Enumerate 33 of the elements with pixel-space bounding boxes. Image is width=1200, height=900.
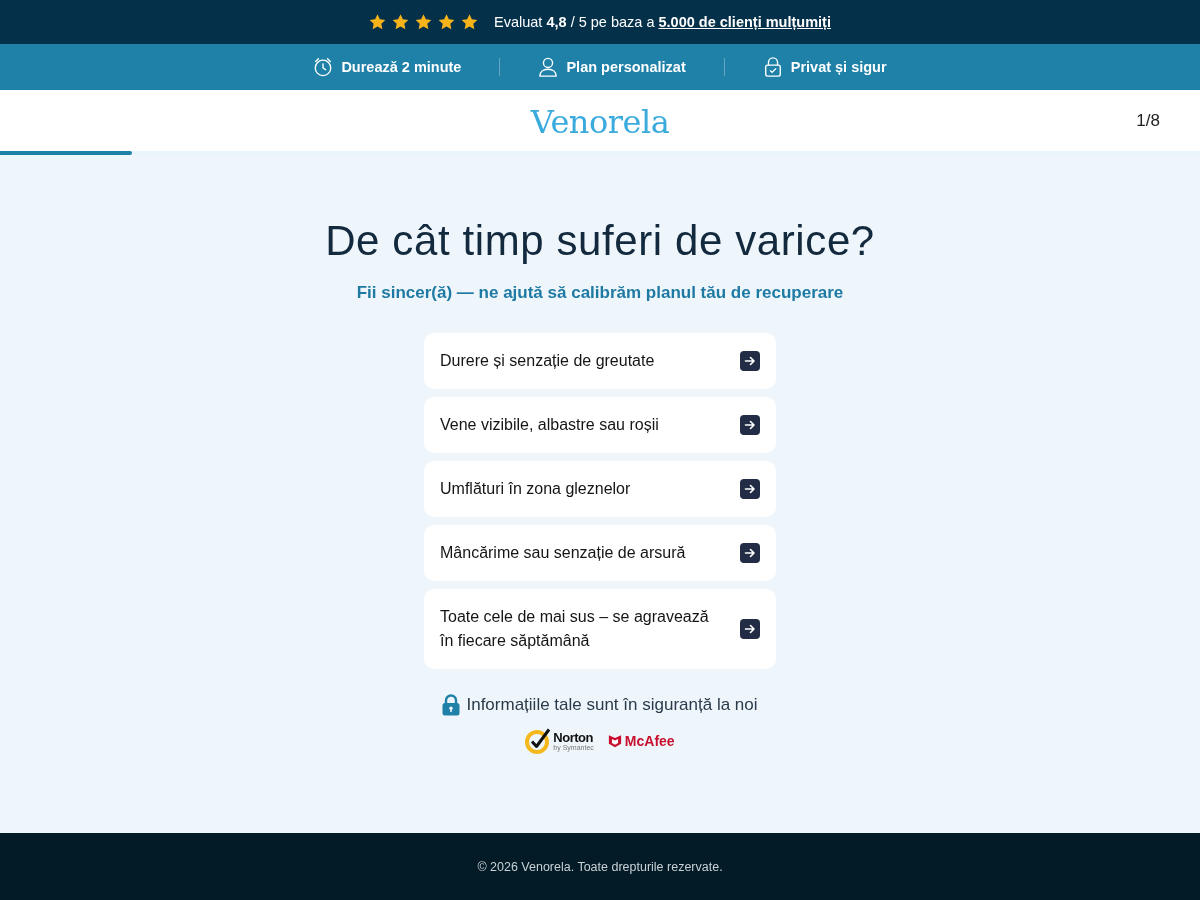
padlock-check-icon	[762, 57, 783, 77]
step-counter: 1/8	[1136, 110, 1160, 131]
option-button[interactable]: Vene vizibile, albastre sau roșii	[424, 397, 776, 453]
security-note: Informațiile tale sunt în siguranță la noi	[466, 695, 758, 715]
option-button[interactable]: Toate cele de mai sus – se agravează în fiecare săptămână	[424, 589, 776, 669]
star-icon	[415, 14, 433, 30]
padlock-icon	[442, 694, 461, 716]
feature-label: Plan personalizat	[566, 59, 686, 75]
person-icon	[538, 57, 559, 77]
arrow-right-icon	[740, 415, 760, 435]
copyright-text: © 2026 Venorela. Toate drepturile rezervate.	[477, 859, 723, 874]
star-icon	[392, 14, 410, 30]
shield-icon	[607, 734, 622, 748]
question-title: De cât timp suferi de varice?	[325, 217, 875, 265]
stopwatch-icon	[313, 57, 334, 77]
arrow-right-icon	[740, 543, 760, 563]
feature-label: Privat și sigur	[790, 59, 887, 75]
reviews-link[interactable]: 5.000 de clienți mulțumiți	[658, 14, 831, 30]
option-button[interactable]: Mâncărime sau senzație de arsură	[424, 525, 776, 581]
question-subtitle: Fii sincer(ă) — ne ajută să calibrăm planul tău de recuperare	[356, 283, 844, 303]
star-icon	[369, 14, 387, 30]
logo-wordmark: Norton	[553, 731, 594, 744]
arrow-right-icon	[740, 619, 760, 639]
star-icon	[461, 14, 479, 30]
logo-wordmark: McAfee	[624, 733, 675, 749]
checkmark-seal-icon	[525, 728, 552, 754]
option-button[interactable]: Durere și senzație de greutate	[424, 333, 776, 389]
arrow-right-icon	[740, 479, 760, 499]
arrow-right-icon	[740, 351, 760, 371]
option-button[interactable]: Umflături în zona gleznelor	[424, 461, 776, 517]
rating-text: Evaluat 4,8 / 5 pe baza a 5.000 de clienți mulțumiți	[494, 14, 831, 30]
star-icon	[438, 14, 456, 30]
feature-label: Durează 2 minute	[341, 59, 462, 75]
